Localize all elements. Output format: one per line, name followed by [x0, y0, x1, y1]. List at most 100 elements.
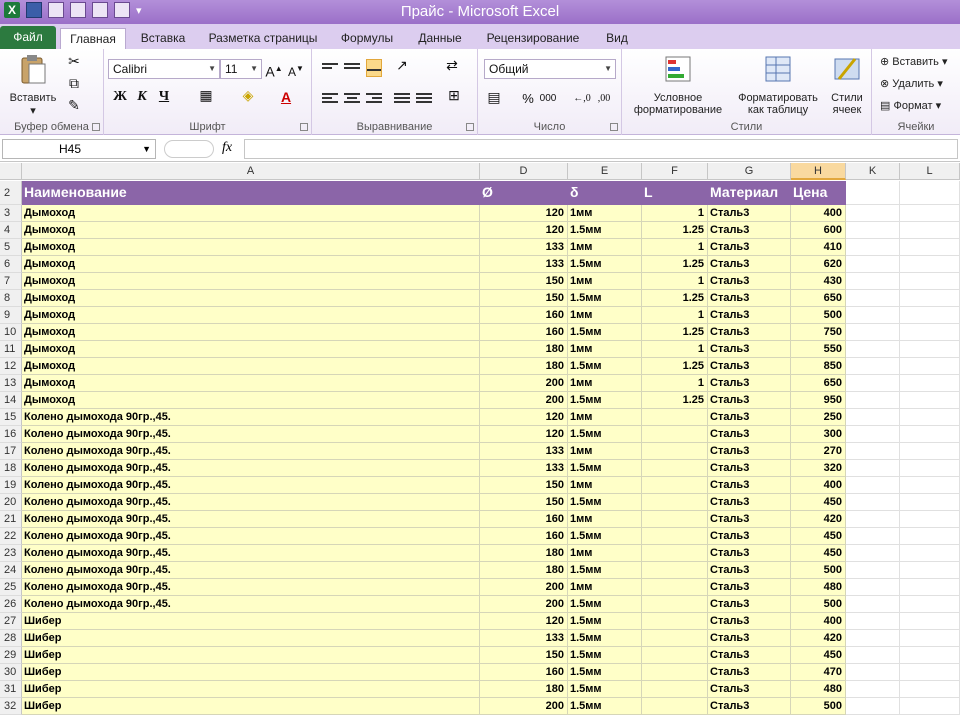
thickness-cell[interactable]: 1мм: [568, 443, 642, 460]
diameter-cell[interactable]: 133: [480, 443, 568, 460]
row-header[interactable]: 2: [0, 181, 22, 205]
length-cell[interactable]: 1.25: [642, 256, 708, 273]
material-cell[interactable]: Сталь3: [708, 409, 791, 426]
material-cell[interactable]: Сталь3: [708, 290, 791, 307]
select-all-corner[interactable]: [0, 163, 22, 180]
copy-icon[interactable]: ⧉: [64, 75, 84, 95]
format-cells-button[interactable]: ▤ Формат ▾: [880, 99, 941, 112]
diameter-cell[interactable]: 160: [480, 528, 568, 545]
length-cell[interactable]: 1.25: [642, 392, 708, 409]
name-cell[interactable]: Колено дымохода 90гр.,45.: [22, 460, 480, 477]
row-header[interactable]: 25: [0, 579, 22, 596]
material-cell[interactable]: Сталь3: [708, 664, 791, 681]
borders-icon[interactable]: ▦: [196, 87, 216, 107]
paste-dropdown-icon[interactable]: ▾: [6, 104, 60, 117]
row-header[interactable]: 27: [0, 613, 22, 630]
empty-cell[interactable]: [846, 375, 900, 392]
thickness-cell[interactable]: 1.5мм: [568, 596, 642, 613]
name-cell[interactable]: Колено дымохода 90гр.,45.: [22, 511, 480, 528]
row-header[interactable]: 32: [0, 698, 22, 715]
material-cell[interactable]: Сталь3: [708, 562, 791, 579]
diameter-cell[interactable]: 133: [480, 630, 568, 647]
empty-cell[interactable]: [846, 443, 900, 460]
empty-cell[interactable]: [900, 545, 960, 562]
cut-icon[interactable]: ✂: [64, 53, 84, 73]
column-header-e[interactable]: E: [568, 163, 642, 180]
diameter-cell[interactable]: 180: [480, 545, 568, 562]
row-header[interactable]: 30: [0, 664, 22, 681]
name-cell[interactable]: Колено дымохода 90гр.,45.: [22, 409, 480, 426]
length-cell[interactable]: 1: [642, 205, 708, 222]
thickness-cell[interactable]: 1.5мм: [568, 681, 642, 698]
price-cell[interactable]: 400: [791, 477, 846, 494]
currency-icon[interactable]: ▤: [484, 89, 504, 109]
increase-decimal-icon[interactable]: ←,0: [572, 89, 592, 109]
row-header[interactable]: 16: [0, 426, 22, 443]
length-cell[interactable]: [642, 477, 708, 494]
align-left-icon[interactable]: [322, 91, 338, 105]
thickness-cell[interactable]: 1.5мм: [568, 494, 642, 511]
material-cell[interactable]: Сталь3: [708, 341, 791, 358]
header-name-cell[interactable]: Наименование: [22, 181, 480, 205]
empty-cell[interactable]: [846, 290, 900, 307]
empty-cell[interactable]: [846, 205, 900, 222]
material-cell[interactable]: Сталь3: [708, 358, 791, 375]
header-price-cell[interactable]: Цена: [791, 181, 846, 205]
diameter-cell[interactable]: 133: [480, 239, 568, 256]
diameter-cell[interactable]: 200: [480, 375, 568, 392]
orientation-icon[interactable]: ↗: [392, 57, 412, 77]
font-name-combo[interactable]: Calibri ▼: [108, 59, 220, 79]
empty-cell[interactable]: [900, 630, 960, 647]
material-cell[interactable]: Сталь3: [708, 545, 791, 562]
length-cell[interactable]: 1: [642, 273, 708, 290]
length-cell[interactable]: [642, 528, 708, 545]
name-cell[interactable]: Дымоход: [22, 324, 480, 341]
empty-cell[interactable]: [900, 375, 960, 392]
column-header-a[interactable]: A: [22, 163, 480, 180]
tab-data[interactable]: Данные: [408, 28, 472, 49]
thickness-cell[interactable]: 1.5мм: [568, 222, 642, 239]
price-cell[interactable]: 400: [791, 613, 846, 630]
price-cell[interactable]: 650: [791, 375, 846, 392]
empty-cell[interactable]: [846, 579, 900, 596]
diameter-cell[interactable]: 160: [480, 511, 568, 528]
empty-cell[interactable]: [846, 358, 900, 375]
empty-cell[interactable]: [900, 647, 960, 664]
empty-cell[interactable]: [846, 273, 900, 290]
price-cell[interactable]: 250: [791, 409, 846, 426]
price-cell[interactable]: 410: [791, 239, 846, 256]
diameter-cell[interactable]: 150: [480, 273, 568, 290]
price-cell[interactable]: 500: [791, 596, 846, 613]
material-cell[interactable]: Сталь3: [708, 392, 791, 409]
diameter-cell[interactable]: 120: [480, 613, 568, 630]
empty-cell[interactable]: [900, 273, 960, 290]
empty-cell[interactable]: [846, 647, 900, 664]
row-header[interactable]: 20: [0, 494, 22, 511]
price-cell[interactable]: 450: [791, 545, 846, 562]
font-color-icon[interactable]: A: [276, 87, 296, 107]
length-cell[interactable]: [642, 681, 708, 698]
name-cell[interactable]: Дымоход: [22, 375, 480, 392]
name-cell[interactable]: Колено дымохода 90гр.,45.: [22, 596, 480, 613]
material-cell[interactable]: Сталь3: [708, 375, 791, 392]
length-cell[interactable]: [642, 426, 708, 443]
material-cell[interactable]: Сталь3: [708, 205, 791, 222]
thickness-cell[interactable]: 1мм: [568, 477, 642, 494]
row-header[interactable]: 7: [0, 273, 22, 290]
thickness-cell[interactable]: 1.5мм: [568, 630, 642, 647]
row-header[interactable]: 3: [0, 205, 22, 222]
diameter-cell[interactable]: 120: [480, 409, 568, 426]
paste-button[interactable]: Вставить ▾: [6, 53, 60, 117]
thickness-cell[interactable]: 1мм: [568, 273, 642, 290]
thickness-cell[interactable]: 1.5мм: [568, 698, 642, 715]
italic-button[interactable]: К: [132, 87, 152, 107]
merge-center-icon[interactable]: ⊞: [444, 87, 464, 107]
diameter-cell[interactable]: 133: [480, 460, 568, 477]
empty-cell[interactable]: [846, 307, 900, 324]
tab-home[interactable]: Главная: [60, 28, 126, 49]
diameter-cell[interactable]: 200: [480, 392, 568, 409]
name-cell[interactable]: Колено дымохода 90гр.,45.: [22, 545, 480, 562]
name-cell[interactable]: Колено дымохода 90гр.,45.: [22, 528, 480, 545]
diameter-cell[interactable]: 180: [480, 681, 568, 698]
price-cell[interactable]: 470: [791, 664, 846, 681]
